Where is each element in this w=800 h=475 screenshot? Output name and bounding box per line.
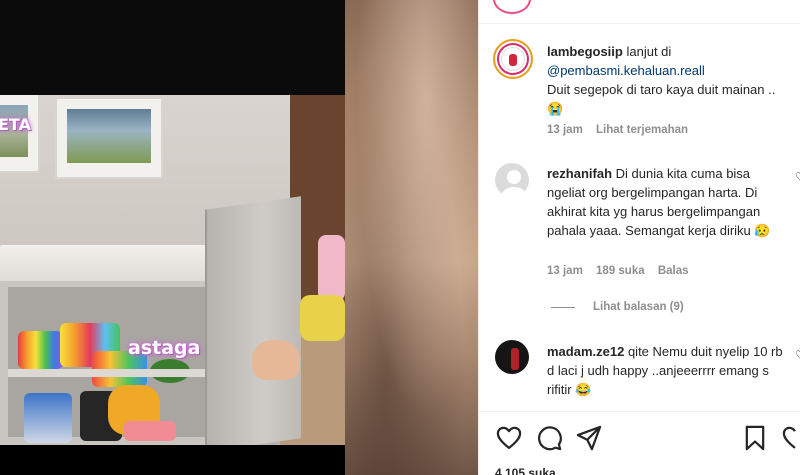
caption-meta: 13 jam Lihat terjemahan: [547, 124, 698, 136]
commenter-avatar[interactable]: [495, 340, 529, 374]
post-media[interactable]: ETA astaga: [0, 0, 478, 475]
video-letterbox-top: [0, 0, 345, 95]
pop-it-toy: [18, 331, 63, 369]
photo-frame: [55, 97, 163, 179]
comment-icon[interactable]: [535, 424, 563, 452]
photo-frame-left: [0, 95, 40, 173]
heart-outline-small-icon[interactable]: ♡: [795, 170, 800, 184]
author-avatar[interactable]: [493, 39, 533, 79]
actions-divider: [479, 411, 800, 412]
sticker-text-astaga: astaga: [128, 337, 201, 359]
header-avatar[interactable]: [493, 0, 531, 14]
view-replies[interactable]: Lihat balasan (9): [551, 301, 684, 313]
cabinet-door: [205, 196, 301, 445]
likes-count[interactable]: 4.105 suka: [495, 466, 556, 475]
comments-panel: lambegosiip lanjut di @pembasmi.kehaluan…: [478, 0, 800, 475]
comment-item: madam.ze12 qite Nemu duit nyelip 10 rb d…: [547, 342, 785, 399]
commenter-avatar[interactable]: [495, 163, 529, 197]
caption-username[interactable]: lambegosiip: [547, 44, 623, 59]
comment-likes[interactable]: 189 suka: [596, 265, 645, 277]
child-hand: [252, 340, 300, 380]
heart-outline-small-icon[interactable]: ♡: [795, 348, 800, 362]
comment-meta: 13 jam 189 suka Balas: [547, 265, 699, 277]
caption: lambegosiip lanjut di @pembasmi.kehaluan…: [547, 42, 793, 118]
replies-divider: [551, 306, 575, 308]
cabinet: [0, 281, 235, 445]
view-replies-label[interactable]: Lihat balasan (9): [593, 301, 684, 313]
bookmark-icon[interactable]: [741, 424, 769, 452]
video-letterbox-bottom: [0, 445, 345, 475]
comment-time[interactable]: 13 jam: [547, 265, 583, 277]
post-header: [479, 0, 800, 24]
heart-icon[interactable]: [495, 424, 523, 452]
reply-button[interactable]: Balas: [658, 265, 689, 277]
video-frame[interactable]: ETA astaga: [0, 95, 345, 445]
caption-body: Duit segepok di taro kaya duit mainan ..…: [547, 82, 776, 116]
yellow-sleeve: [300, 295, 345, 341]
shelf-board: [8, 369, 208, 377]
action-bar: [479, 424, 800, 454]
heart-icon[interactable]: [781, 424, 800, 452]
share-icon[interactable]: [575, 424, 603, 452]
comment-item: rezhanifah Di dunia kita cuma bisa ngeli…: [547, 164, 785, 240]
child-arm: [318, 235, 345, 301]
comment-username[interactable]: madam.ze12: [547, 344, 624, 359]
caption-time[interactable]: 13 jam: [547, 124, 583, 136]
comment-username[interactable]: rezhanifah: [547, 166, 612, 181]
blurred-background: [345, 0, 478, 475]
caption-prefix: lanjut di: [626, 44, 672, 59]
caption-mention[interactable]: @pembasmi.kehaluan.reall: [547, 63, 705, 78]
money-stack: [124, 421, 176, 441]
sticker-text-top: ETA: [0, 115, 31, 134]
blue-bag: [24, 393, 72, 443]
translate-link[interactable]: Lihat terjemahan: [596, 124, 688, 136]
